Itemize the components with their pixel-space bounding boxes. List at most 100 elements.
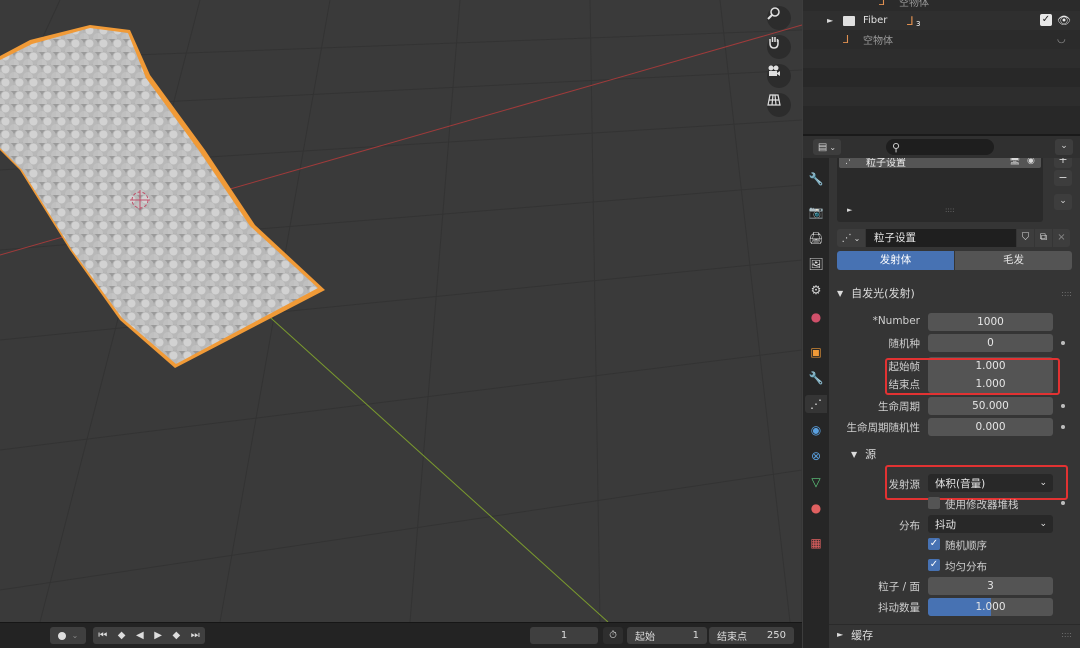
particle-slots-list: ⋰ 粒子设置 🖥 ◉ ► :::: — [837, 158, 1043, 222]
outliner-row-fiber[interactable]: ► Fiber ⅃ 3 ✓ 👁 — [803, 11, 1080, 30]
collection-checkbox[interactable]: ✓ — [1040, 14, 1052, 26]
outliner: ⅃ 空物体 ► Fiber ⅃ 3 ✓ 👁 ⅃ 空物体 ◡ — [803, 0, 1080, 134]
frame-start-field[interactable]: 起始 1 — [627, 627, 707, 644]
chevron-down-icon: ▼ — [851, 449, 858, 459]
next-keyframe-icon[interactable]: ◆ — [173, 630, 181, 641]
eye-closed-icon[interactable]: ◡ — [1057, 34, 1066, 45]
jump-start-icon[interactable]: ⏮ — [98, 630, 107, 641]
datablock-type-dropdown[interactable]: ⋰ ⌄ — [837, 229, 865, 247]
constraints-icon[interactable]: ⊗ — [807, 447, 825, 465]
chevron-down-icon: ⌄ — [71, 631, 79, 640]
remove-slot-button[interactable]: − — [1054, 170, 1072, 186]
zoom-icon[interactable] — [767, 6, 791, 30]
jump-end-icon[interactable]: ⏭ — [191, 630, 200, 641]
chevron-right-icon: ► — [837, 630, 844, 639]
resize-grip-icon[interactable]: :::: — [945, 206, 954, 214]
3d-viewport[interactable] — [0, 0, 802, 622]
editor-type-dropdown[interactable]: ▤ ⌄ — [813, 139, 841, 155]
particle-properties: ⋰ 粒子设置 🖥 ◉ ► :::: + − ⌄ ⋰ ⌄ 粒子设置 ⛉ ⧉ × 发射… — [829, 158, 1080, 648]
even-distribution-checkbox[interactable]: ✓ — [928, 559, 940, 571]
search-icon: ⚲ — [892, 140, 901, 154]
lifetime-field[interactable]: 50.000 — [928, 397, 1053, 415]
tab-hair[interactable]: 毛发 — [955, 251, 1072, 270]
modifier-wrench-icon[interactable]: 🔧 — [807, 369, 825, 387]
slot-specials-button[interactable]: ⌄ — [1054, 194, 1072, 210]
pan-hand-icon[interactable] — [767, 35, 791, 59]
stopwatch-icon[interactable]: ⏱ — [603, 627, 623, 644]
outliner-row[interactable]: ⅃ 空物体 ◡ — [803, 30, 1080, 49]
play-icon[interactable]: ▶ — [154, 630, 162, 641]
keyframe-dot-icon[interactable] — [1061, 341, 1065, 345]
viewport-scene — [0, 0, 802, 622]
texture-checker-icon[interactable]: ▦ — [807, 534, 825, 552]
output-icon[interactable]: 🖨 — [807, 229, 825, 247]
use-modifier-stack-label: 使用修改器堆栈 — [945, 499, 1019, 511]
source-panel-header[interactable]: ▼ 源 — [829, 444, 1080, 464]
distribution-label: 分布 — [899, 520, 920, 532]
particles-icon: ⋰ — [841, 232, 852, 244]
tool-icon[interactable]: 🔧 — [807, 170, 825, 188]
random-order-checkbox[interactable]: ✓ — [928, 538, 940, 550]
keyframe-dot-icon[interactable] — [1061, 404, 1065, 408]
render-icon[interactable]: 📷 — [807, 203, 825, 221]
seed-field[interactable]: 0 — [928, 334, 1053, 352]
prev-keyframe-icon[interactable]: ◆ — [118, 630, 126, 641]
jitter-amount-slider[interactable]: 1.000 — [928, 598, 1053, 616]
particle-slot-row[interactable]: ⋰ 粒子设置 🖥 ◉ — [839, 158, 1041, 169]
number-label: *Number — [872, 315, 920, 327]
camera-icon[interactable] — [767, 64, 791, 88]
view-layer-icon[interactable]: 🖼 — [807, 255, 825, 273]
lifetime-random-field[interactable]: 0.000 — [928, 418, 1053, 436]
properties-header: ▤ ⌄ ⚲ ⌄ — [803, 134, 1080, 158]
options-dropdown[interactable]: ⌄ — [1055, 139, 1073, 155]
datablock-name-field[interactable]: 粒子设置 — [866, 229, 1016, 247]
drag-grip-icon[interactable]: :::: — [1061, 289, 1072, 298]
keyframe-dot-icon[interactable] — [1061, 501, 1065, 505]
duplicate-icon[interactable]: ⧉ — [1035, 229, 1052, 247]
eye-icon[interactable]: 👁 — [1057, 14, 1071, 27]
distribution-dropdown[interactable]: 抖动 ⌄ — [928, 515, 1053, 533]
render-camera-icon[interactable]: ◉ — [1027, 158, 1035, 166]
expand-arrow-icon[interactable]: ► — [827, 16, 833, 25]
outliner-empty-row — [803, 49, 1080, 68]
empty-object-icon: ⅃ — [879, 0, 886, 8]
search-input[interactable]: ⚲ — [886, 139, 994, 155]
random-order-label: 随机顺序 — [945, 540, 987, 552]
keying-dropdown[interactable]: ⌄ — [50, 627, 86, 644]
collection-icon — [843, 15, 855, 26]
cache-panel-header[interactable]: ► 缓存 :::: — [829, 624, 1080, 644]
empty-object-icon: ⅃ — [843, 33, 850, 46]
outliner-row[interactable]: ⅃ 空物体 — [803, 0, 1080, 11]
physics-icon[interactable]: ◉ — [807, 421, 825, 439]
seed-label: 随机种 — [888, 338, 921, 350]
highlight-frame-range — [885, 358, 1060, 395]
tab-emitter[interactable]: 发射体 — [837, 251, 954, 270]
material-icon[interactable]: ● — [807, 499, 825, 517]
fake-user-shield-icon[interactable]: ⛉ — [1017, 229, 1034, 247]
unlink-close-icon[interactable]: × — [1053, 229, 1070, 247]
mesh-data-icon[interactable]: ▽ — [807, 473, 825, 491]
particles-per-face-label: 粒子 / 面 — [878, 581, 920, 593]
frame-end-field[interactable]: 结束点 250 — [709, 627, 794, 644]
add-slot-button[interactable]: + — [1054, 158, 1072, 168]
world-icon[interactable]: ● — [807, 308, 825, 326]
perspective-grid-icon[interactable] — [767, 93, 791, 117]
even-distribution-label: 均匀分布 — [945, 561, 987, 573]
playback-controls: ⏮ ◆ ◀ ▶ ◆ ⏭ — [93, 627, 205, 644]
current-frame-field[interactable]: 1 — [530, 627, 598, 644]
scene-icon[interactable]: ⚙ — [807, 281, 825, 299]
properties-editor-icon: ▤ — [817, 141, 828, 153]
use-modifier-stack-checkbox[interactable] — [928, 497, 940, 509]
particles-icon[interactable]: ⋰ — [805, 395, 827, 413]
drag-grip-icon[interactable]: :::: — [1061, 630, 1072, 639]
monitor-icon[interactable]: 🖥 — [1009, 158, 1020, 166]
particles-per-face-field[interactable]: 3 — [928, 577, 1053, 595]
chevron-down-icon: ▼ — [837, 288, 844, 298]
emission-panel-header[interactable]: ▼ 自发光(发射) :::: — [829, 283, 1080, 303]
expand-arrow-icon[interactable]: ► — [847, 206, 852, 214]
keyframe-dot-icon[interactable] — [1061, 425, 1065, 429]
object-icon[interactable]: ▣ — [807, 343, 825, 361]
particles-icon: ⋰ — [845, 158, 854, 166]
number-field[interactable]: 1000 — [928, 313, 1053, 331]
play-reverse-icon[interactable]: ◀ — [136, 630, 144, 641]
